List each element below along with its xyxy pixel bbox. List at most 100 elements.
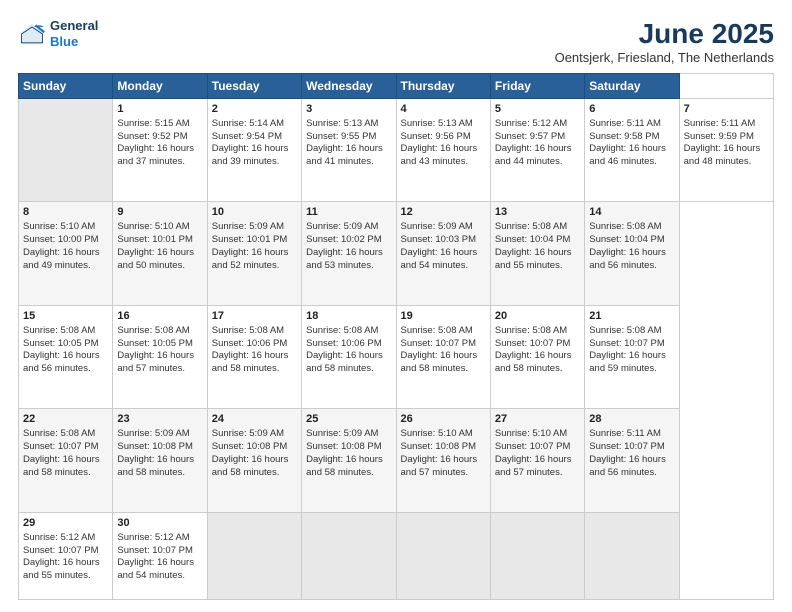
day-info-line: Sunrise: 5:09 AM — [401, 221, 486, 234]
day-number: 10 — [212, 205, 297, 220]
calendar-day-cell: 6Sunrise: 5:11 AMSunset: 9:58 PMDaylight… — [585, 99, 679, 202]
calendar-day-cell: 10Sunrise: 5:09 AMSunset: 10:01 PMDaylig… — [207, 202, 301, 305]
day-info-line: Daylight: 16 hours — [212, 247, 297, 260]
day-info-line: Daylight: 16 hours — [495, 350, 580, 363]
day-number: 2 — [212, 102, 297, 117]
calendar-day-cell: 28Sunrise: 5:11 AMSunset: 10:07 PMDaylig… — [585, 409, 679, 512]
day-info-line: Daylight: 16 hours — [23, 247, 108, 260]
day-number: 25 — [306, 412, 391, 427]
day-info-line: Daylight: 16 hours — [684, 143, 769, 156]
day-info-line: Sunset: 10:07 PM — [589, 441, 674, 454]
calendar-day-cell: 16Sunrise: 5:08 AMSunset: 10:05 PMDaylig… — [113, 305, 207, 408]
day-info-line: Sunset: 10:06 PM — [212, 338, 297, 351]
day-info-line: Sunrise: 5:08 AM — [117, 325, 202, 338]
calendar-day-cell: 20Sunrise: 5:08 AMSunset: 10:07 PMDaylig… — [490, 305, 584, 408]
logo-line1: General — [50, 18, 98, 34]
day-info-line: Sunset: 10:05 PM — [117, 338, 202, 351]
calendar-week-row: 1Sunrise: 5:15 AMSunset: 9:52 PMDaylight… — [19, 99, 774, 202]
day-info-line: and 41 minutes. — [306, 156, 391, 169]
day-info-line: Sunrise: 5:12 AM — [23, 532, 108, 545]
day-info-line: Daylight: 16 hours — [401, 143, 486, 156]
day-info-line: and 58 minutes. — [212, 467, 297, 480]
day-info-line: Sunset: 9:55 PM — [306, 131, 391, 144]
day-info-line: and 48 minutes. — [684, 156, 769, 169]
day-info-line: Sunset: 10:03 PM — [401, 234, 486, 247]
calendar-day-cell: 15Sunrise: 5:08 AMSunset: 10:05 PMDaylig… — [19, 305, 113, 408]
day-number: 1 — [117, 102, 202, 117]
day-info-line: Sunrise: 5:08 AM — [306, 325, 391, 338]
day-info-line: Sunrise: 5:11 AM — [589, 428, 674, 441]
day-number: 26 — [401, 412, 486, 427]
day-info-line: Sunrise: 5:08 AM — [23, 325, 108, 338]
day-number: 28 — [589, 412, 674, 427]
day-info-line: Sunset: 10:07 PM — [23, 545, 108, 558]
calendar-day-cell: 5Sunrise: 5:12 AMSunset: 9:57 PMDaylight… — [490, 99, 584, 202]
subtitle: Oentsjerk, Friesland, The Netherlands — [555, 50, 774, 65]
day-info-line: Sunset: 10:07 PM — [495, 338, 580, 351]
day-info-line: and 57 minutes. — [117, 363, 202, 376]
day-info-line: Daylight: 16 hours — [401, 247, 486, 260]
day-info-line: and 52 minutes. — [212, 260, 297, 273]
day-info-line: Sunrise: 5:08 AM — [23, 428, 108, 441]
day-info-line: and 58 minutes. — [495, 363, 580, 376]
day-info-line: Daylight: 16 hours — [212, 350, 297, 363]
logo-text: General Blue — [50, 18, 98, 49]
day-info-line: Daylight: 16 hours — [589, 247, 674, 260]
day-info-line: and 39 minutes. — [212, 156, 297, 169]
day-info-line: Sunset: 10:08 PM — [212, 441, 297, 454]
day-info-line: Daylight: 16 hours — [306, 247, 391, 260]
day-number: 19 — [401, 309, 486, 324]
calendar-day-cell: 29Sunrise: 5:12 AMSunset: 10:07 PMDaylig… — [19, 512, 113, 599]
calendar-day-cell — [490, 512, 584, 599]
day-info-line: Daylight: 16 hours — [401, 454, 486, 467]
calendar-header-cell: Wednesday — [302, 74, 396, 99]
calendar-week-row: 15Sunrise: 5:08 AMSunset: 10:05 PMDaylig… — [19, 305, 774, 408]
day-info-line: and 56 minutes. — [589, 467, 674, 480]
day-info-line: Sunset: 10:06 PM — [306, 338, 391, 351]
day-info-line: Sunset: 10:07 PM — [495, 441, 580, 454]
day-info-line: and 54 minutes. — [117, 570, 202, 583]
day-info-line: Sunrise: 5:15 AM — [117, 118, 202, 131]
day-info-line: and 49 minutes. — [23, 260, 108, 273]
day-info-line: and 56 minutes. — [23, 363, 108, 376]
day-info-line: Sunset: 9:57 PM — [495, 131, 580, 144]
calendar-header-cell: Monday — [113, 74, 207, 99]
day-number: 20 — [495, 309, 580, 324]
day-number: 15 — [23, 309, 108, 324]
day-number: 13 — [495, 205, 580, 220]
day-info-line: Daylight: 16 hours — [117, 143, 202, 156]
day-info-line: and 58 minutes. — [117, 467, 202, 480]
calendar-header-row: SundayMondayTuesdayWednesdayThursdayFrid… — [19, 74, 774, 99]
day-info-line: Daylight: 16 hours — [495, 454, 580, 467]
day-info-line: and 56 minutes. — [589, 260, 674, 273]
day-info-line: Sunrise: 5:08 AM — [401, 325, 486, 338]
day-info-line: Daylight: 16 hours — [495, 247, 580, 260]
calendar-day-cell: 3Sunrise: 5:13 AMSunset: 9:55 PMDaylight… — [302, 99, 396, 202]
calendar-day-cell: 21Sunrise: 5:08 AMSunset: 10:07 PMDaylig… — [585, 305, 679, 408]
day-info-line: Sunrise: 5:09 AM — [306, 428, 391, 441]
logo: General Blue — [18, 18, 98, 49]
day-info-line: Sunset: 10:08 PM — [401, 441, 486, 454]
calendar-day-cell: 18Sunrise: 5:08 AMSunset: 10:06 PMDaylig… — [302, 305, 396, 408]
day-info-line: Sunset: 10:01 PM — [212, 234, 297, 247]
day-number: 30 — [117, 516, 202, 531]
calendar-day-cell: 2Sunrise: 5:14 AMSunset: 9:54 PMDaylight… — [207, 99, 301, 202]
calendar-day-cell — [207, 512, 301, 599]
day-info-line: Sunrise: 5:13 AM — [306, 118, 391, 131]
day-info-line: Sunset: 9:54 PM — [212, 131, 297, 144]
day-info-line: Sunset: 10:00 PM — [23, 234, 108, 247]
day-info-line: Sunset: 10:02 PM — [306, 234, 391, 247]
day-info-line: Sunset: 10:07 PM — [23, 441, 108, 454]
calendar-day-cell: 26Sunrise: 5:10 AMSunset: 10:08 PMDaylig… — [396, 409, 490, 512]
day-info-line: Sunset: 10:08 PM — [117, 441, 202, 454]
day-info-line: Sunset: 10:05 PM — [23, 338, 108, 351]
day-info-line: Sunrise: 5:11 AM — [684, 118, 769, 131]
calendar-header-cell: Thursday — [396, 74, 490, 99]
day-info-line: Sunset: 10:01 PM — [117, 234, 202, 247]
empty-cell — [19, 99, 113, 202]
calendar-week-row: 22Sunrise: 5:08 AMSunset: 10:07 PMDaylig… — [19, 409, 774, 512]
day-info-line: Sunrise: 5:08 AM — [589, 325, 674, 338]
day-info-line: Daylight: 16 hours — [23, 350, 108, 363]
calendar-day-cell: 4Sunrise: 5:13 AMSunset: 9:56 PMDaylight… — [396, 99, 490, 202]
day-number: 3 — [306, 102, 391, 117]
